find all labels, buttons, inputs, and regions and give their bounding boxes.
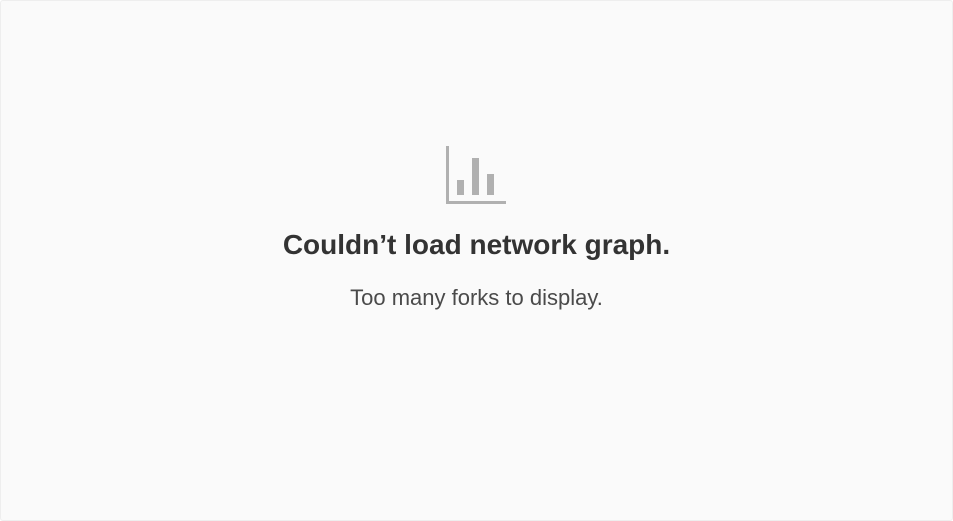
blankslate: Couldn’t load network graph. Too many fo… (1, 146, 952, 311)
network-graph-panel: Couldn’t load network graph. Too many fo… (0, 0, 953, 521)
blankslate-title: Couldn’t load network graph. (282, 229, 671, 260)
blankslate-message: Too many forks to display. (350, 285, 603, 310)
graph-icon (445, 146, 506, 204)
